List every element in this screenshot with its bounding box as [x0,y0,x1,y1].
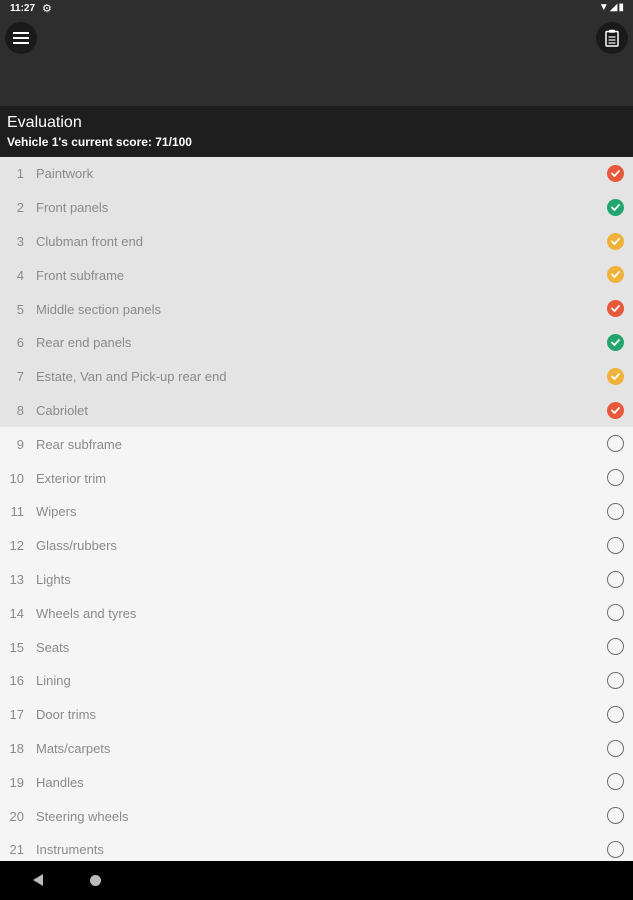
list-item[interactable]: 9 Rear subframe [0,427,633,461]
item-label: Lights [36,571,71,587]
empty-circle-icon[interactable] [607,671,624,689]
list-item[interactable]: 4 Front subframe [0,258,633,293]
item-number: 14 [9,605,24,621]
item-number: 9 [16,436,24,452]
gear-icon: ⚙ [42,3,52,15]
item-number: 7 [16,369,24,385]
list-item[interactable]: 2 Front panels [0,190,633,225]
item-number: 16 [9,673,24,689]
item-label: Exterior trim [36,470,107,486]
menu-button[interactable] [5,22,37,54]
score-subtitle: Vehicle 1's current score: 71/100 [7,135,192,149]
hamburger-icon [13,29,29,47]
item-number: 11 [10,504,25,520]
item-number: 3 [16,233,24,249]
list-item[interactable]: 15 Seats [0,630,633,664]
item-label: Glass/rubbers [36,538,117,554]
empty-circle-icon[interactable] [607,536,624,554]
green-check-icon[interactable] [607,333,624,351]
item-label: Paintwork [36,166,94,182]
list-item[interactable]: 19 Handles [0,765,633,799]
list-item[interactable]: 1 Paintwork [0,157,633,191]
empty-circle-icon[interactable] [607,570,624,588]
status-bar: 11:27 ⚙ ▼◢▮ [0,0,633,18]
red-check-icon[interactable] [607,165,624,182]
item-label: Mats/carpets [36,740,111,756]
item-label: Middle section panels [36,301,162,317]
item-number: 5 [16,301,24,317]
system-indicators-icon: ▼◢▮ [598,2,625,13]
list-item[interactable]: 18 Mats/carpets [0,732,633,766]
item-number: 2 [16,200,24,216]
empty-circle-icon[interactable] [607,705,624,723]
green-check-icon[interactable] [607,198,624,216]
list-item[interactable]: 14 Wheels and tyres [0,596,633,630]
page-title: Evaluation [7,114,82,131]
item-number: 21 [9,842,24,858]
clipboard-button[interactable] [596,22,628,54]
status-time: 11:27 [10,3,36,14]
list-item[interactable]: 21 Instruments [0,833,633,861]
item-label: Wipers [36,504,77,520]
item-number: 13 [9,571,24,587]
empty-circle-icon[interactable] [607,739,624,757]
item-number: 15 [9,639,24,655]
item-label: Wheels and tyres [36,605,137,621]
item-number: 20 [9,808,24,824]
item-label: Handles [36,774,84,790]
empty-circle-icon[interactable] [607,840,624,858]
item-number: 10 [9,470,24,486]
item-number: 8 [16,402,24,418]
app-bar [0,18,633,106]
item-number: 18 [9,740,24,756]
item-label: Front subframe [36,267,125,283]
amber-check-icon[interactable] [607,232,624,250]
item-label: Steering wheels [36,808,129,824]
red-check-icon[interactable] [607,401,624,419]
evaluation-list: 1 Paintwork 2 Front panels 3 Clubman front en… [0,157,633,861]
list-item[interactable]: 8 Cabriolet [0,393,633,428]
item-number: 19 [9,774,24,790]
item-label: Lining [36,673,71,689]
list-item[interactable]: 13 Lights [0,563,633,597]
empty-circle-icon[interactable] [607,502,624,520]
item-number: 4 [16,267,24,283]
item-number: 12 [9,538,24,554]
back-icon[interactable] [33,874,43,886]
item-label: Clubman front end [36,233,143,249]
list-item[interactable]: 3 Clubman front end [0,224,633,259]
item-number: 1 [16,166,24,182]
navigation-bar [0,861,633,900]
item-label: Rear subframe [36,436,122,452]
home-icon[interactable] [90,875,101,886]
list-item[interactable]: 20 Steering wheels [0,799,633,833]
evaluation-header: Evaluation Vehicle 1's current score: 71… [0,106,633,157]
item-label: Estate, Van and Pick-up rear end [36,369,227,385]
item-label: Rear end panels [36,335,132,351]
list-item[interactable]: 12 Glass/rubbers [0,529,633,563]
list-item[interactable]: 17 Door trims [0,698,633,732]
list-item[interactable]: 11 Wipers [0,495,633,529]
list-item[interactable]: 7 Estate, Van and Pick-up rear end [0,359,633,394]
item-number: 17 [9,707,24,723]
empty-circle-icon[interactable] [607,807,624,825]
item-label: Instruments [36,842,104,858]
item-label: Seats [36,639,70,655]
list-item[interactable]: 6 Rear end panels [0,325,633,360]
list-item[interactable]: 16 Lining [0,664,633,698]
item-label: Cabriolet [36,402,89,418]
list-item[interactable]: 5 Middle section panels [0,292,633,326]
item-label: Front panels [36,200,109,216]
list-item[interactable]: 10 Exterior trim [0,461,633,495]
amber-check-icon[interactable] [607,367,624,385]
item-label: Door trims [36,707,96,723]
clipboard-icon [605,29,619,47]
item-number: 6 [16,335,24,351]
